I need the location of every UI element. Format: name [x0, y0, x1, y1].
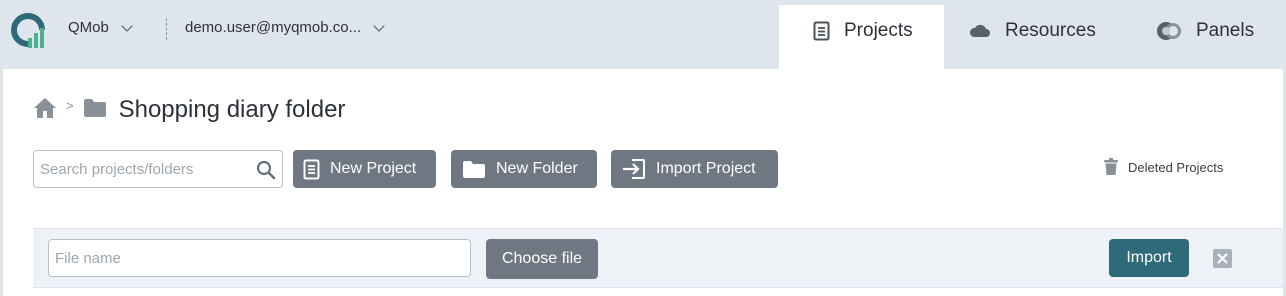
breadcrumb-separator: >: [66, 97, 74, 113]
file-name-field[interactable]: [48, 239, 471, 277]
import-project-label: Import Project: [656, 160, 756, 177]
import-panel: Choose file Import: [33, 228, 1283, 288]
search-icon[interactable]: [256, 160, 276, 185]
trash-icon: [1104, 158, 1118, 176]
import-project-button[interactable]: Import Project: [611, 150, 778, 188]
import-label: Import: [1126, 249, 1172, 266]
breadcrumb: > Shopping diary folder: [33, 96, 345, 124]
import-button[interactable]: Import: [1109, 239, 1189, 277]
deleted-projects-link[interactable]: Deleted Projects: [1104, 158, 1223, 176]
import-icon: [622, 158, 646, 180]
account-selector[interactable]: QMob: [68, 19, 133, 36]
tab-label: Resources: [1005, 20, 1096, 41]
chevron-down-icon: [373, 19, 385, 32]
choose-file-button[interactable]: Choose file: [486, 239, 598, 279]
top-bar: QMob demo.user@myqmob.co... Projects Res…: [0, 0, 1286, 69]
deleted-projects-label: Deleted Projects: [1128, 159, 1224, 175]
new-project-button[interactable]: New Project: [293, 150, 436, 188]
folder-icon: [462, 160, 486, 179]
search-input[interactable]: [34, 151, 244, 187]
user-label: demo.user@myqmob.co...: [185, 19, 362, 36]
folder-icon: [83, 98, 107, 123]
new-folder-button[interactable]: New Folder: [451, 150, 597, 188]
search-box[interactable]: [33, 150, 283, 188]
page-title: Shopping diary folder: [118, 96, 346, 123]
new-project-label: New Project: [330, 160, 417, 177]
choose-file-label: Choose file: [501, 250, 583, 267]
new-folder-label: New Folder: [496, 160, 578, 177]
file-name-input[interactable]: [49, 240, 459, 276]
main-panel: > Shopping diary folder New Project New …: [3, 69, 1283, 296]
cloud-icon: [969, 24, 991, 38]
home-icon[interactable]: [33, 97, 57, 124]
tab-panels[interactable]: Panels: [1154, 5, 1274, 69]
account-label: QMob: [68, 19, 109, 36]
tab-projects[interactable]: Projects: [779, 5, 944, 69]
tab-label: Panels: [1196, 20, 1255, 41]
chevron-down-icon: [121, 19, 133, 32]
qmob-logo-icon[interactable]: [10, 12, 46, 50]
user-menu[interactable]: demo.user@myqmob.co...: [185, 19, 385, 36]
document-icon: [303, 159, 320, 180]
close-icon[interactable]: [1213, 249, 1232, 268]
divider: [166, 18, 167, 40]
document-icon: [813, 21, 830, 41]
tab-resources[interactable]: Resources: [966, 5, 1126, 69]
tab-label: Projects: [844, 20, 913, 41]
globe-icon: [1156, 20, 1182, 42]
